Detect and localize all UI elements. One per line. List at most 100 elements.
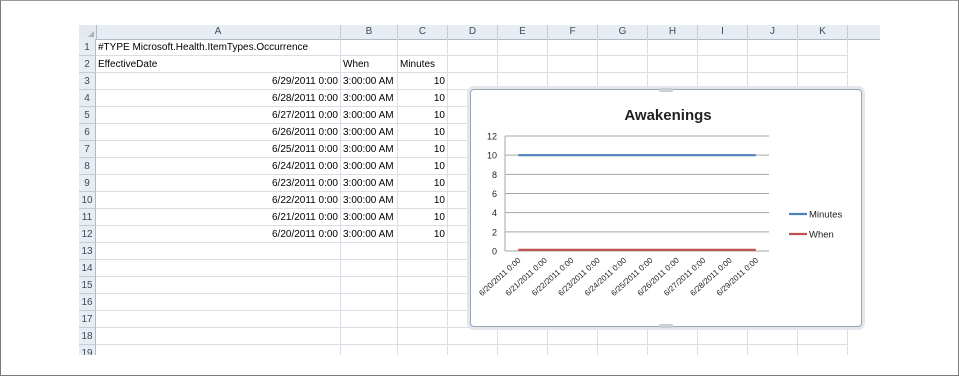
cell-effective-date[interactable]: 6/23/2011 0:00 xyxy=(96,175,341,192)
cell[interactable] xyxy=(698,73,748,90)
row-header-11[interactable]: 11 xyxy=(79,209,96,226)
cell-minutes[interactable]: 10 xyxy=(398,124,448,141)
cell[interactable] xyxy=(448,39,498,56)
cell[interactable] xyxy=(341,311,398,328)
cell[interactable] xyxy=(398,345,448,355)
cell-effective-date[interactable]: 6/29/2011 0:00 xyxy=(96,73,341,90)
cell-b2[interactable]: When xyxy=(341,56,398,73)
row-header-13[interactable]: 13 xyxy=(79,243,96,260)
row-header-7[interactable]: 7 xyxy=(79,141,96,158)
cell[interactable] xyxy=(398,39,448,56)
cell[interactable] xyxy=(798,73,848,90)
cell-minutes[interactable]: 10 xyxy=(398,209,448,226)
cell[interactable] xyxy=(798,39,848,56)
column-header-k[interactable]: K xyxy=(798,25,848,39)
cell-when[interactable]: 3:00:00 AM xyxy=(341,73,398,90)
column-header-f[interactable]: F xyxy=(548,25,598,39)
cell[interactable] xyxy=(96,311,341,328)
row-header-1[interactable]: 1 xyxy=(79,39,96,56)
column-header-g[interactable]: G xyxy=(598,25,648,39)
cell[interactable] xyxy=(498,345,548,355)
cell[interactable] xyxy=(96,328,341,345)
column-header-e[interactable]: E xyxy=(498,25,548,39)
cell-when[interactable]: 3:00:00 AM xyxy=(341,141,398,158)
select-all-corner[interactable] xyxy=(79,25,97,39)
cell[interactable] xyxy=(748,328,798,345)
cell-effective-date[interactable]: 6/20/2011 0:00 xyxy=(96,226,341,243)
cell[interactable] xyxy=(548,328,598,345)
row-header-2[interactable]: 2 xyxy=(79,56,96,73)
cell-effective-date[interactable]: 6/21/2011 0:00 xyxy=(96,209,341,226)
cell[interactable] xyxy=(498,56,548,73)
row-header-16[interactable]: 16 xyxy=(79,294,96,311)
row-header-19[interactable]: 19 xyxy=(79,345,96,355)
cell[interactable] xyxy=(598,56,648,73)
cell[interactable] xyxy=(698,345,748,355)
cell[interactable] xyxy=(698,39,748,56)
cell[interactable] xyxy=(96,260,341,277)
row-header-14[interactable]: 14 xyxy=(79,260,96,277)
cell-a1[interactable]: #TYPE Microsoft.Health.ItemTypes.Occurre… xyxy=(96,39,341,56)
cell-effective-date[interactable]: 6/26/2011 0:00 xyxy=(96,124,341,141)
cell[interactable] xyxy=(498,73,548,90)
cell[interactable] xyxy=(648,56,698,73)
row-header-3[interactable]: 3 xyxy=(79,73,96,90)
row-header-9[interactable]: 9 xyxy=(79,175,96,192)
cell-minutes[interactable]: 10 xyxy=(398,175,448,192)
cell[interactable] xyxy=(598,328,648,345)
cell[interactable] xyxy=(341,345,398,355)
row-header-18[interactable]: 18 xyxy=(79,328,96,345)
cell[interactable] xyxy=(548,39,598,56)
column-header-d[interactable]: D xyxy=(448,25,498,39)
cell[interactable] xyxy=(748,56,798,73)
cell-effective-date[interactable]: 6/24/2011 0:00 xyxy=(96,158,341,175)
cell[interactable] xyxy=(398,311,448,328)
cell[interactable] xyxy=(398,277,448,294)
cell[interactable] xyxy=(96,345,341,355)
cell-minutes[interactable]: 10 xyxy=(398,192,448,209)
chart-awakenings[interactable]: Awakenings 0 2 4 6 8 10 12 6/20/2011 0:00 6/21/20… xyxy=(470,88,862,328)
row-header-10[interactable]: 10 xyxy=(79,192,96,209)
cell[interactable] xyxy=(648,73,698,90)
cell[interactable] xyxy=(448,56,498,73)
cell-effective-date[interactable]: 6/27/2011 0:00 xyxy=(96,107,341,124)
cell[interactable] xyxy=(448,345,498,355)
cell-when[interactable]: 3:00:00 AM xyxy=(341,107,398,124)
cell[interactable] xyxy=(398,260,448,277)
cell[interactable] xyxy=(648,328,698,345)
row-header-15[interactable]: 15 xyxy=(79,277,96,294)
cell[interactable] xyxy=(798,56,848,73)
cell[interactable] xyxy=(398,294,448,311)
cell-minutes[interactable]: 10 xyxy=(398,90,448,107)
cell-c2[interactable]: Minutes xyxy=(398,56,448,73)
cell-when[interactable]: 3:00:00 AM xyxy=(341,192,398,209)
cell[interactable] xyxy=(96,294,341,311)
cell[interactable] xyxy=(398,243,448,260)
cell[interactable] xyxy=(341,294,398,311)
cell[interactable] xyxy=(448,73,498,90)
cell[interactable] xyxy=(748,39,798,56)
cell[interactable] xyxy=(648,39,698,56)
cell[interactable] xyxy=(748,73,798,90)
row-header-17[interactable]: 17 xyxy=(79,311,96,328)
cell-when[interactable]: 3:00:00 AM xyxy=(341,90,398,107)
cell-effective-date[interactable]: 6/22/2011 0:00 xyxy=(96,192,341,209)
cell[interactable] xyxy=(548,73,598,90)
cell-when[interactable]: 3:00:00 AM xyxy=(341,226,398,243)
cell[interactable] xyxy=(698,56,748,73)
column-header-j[interactable]: J xyxy=(748,25,798,39)
cell[interactable] xyxy=(598,345,648,355)
column-header-c[interactable]: C xyxy=(398,25,448,39)
row-header-12[interactable]: 12 xyxy=(79,226,96,243)
cell-minutes[interactable]: 10 xyxy=(398,107,448,124)
cell[interactable] xyxy=(798,345,848,355)
cell[interactable] xyxy=(96,243,341,260)
cell[interactable] xyxy=(398,328,448,345)
cell-minutes[interactable]: 10 xyxy=(398,226,448,243)
cell[interactable] xyxy=(448,328,498,345)
cell-when[interactable]: 3:00:00 AM xyxy=(341,124,398,141)
cell[interactable] xyxy=(598,73,648,90)
cell-when[interactable]: 3:00:00 AM xyxy=(341,175,398,192)
cell[interactable] xyxy=(548,345,598,355)
cell[interactable] xyxy=(96,277,341,294)
